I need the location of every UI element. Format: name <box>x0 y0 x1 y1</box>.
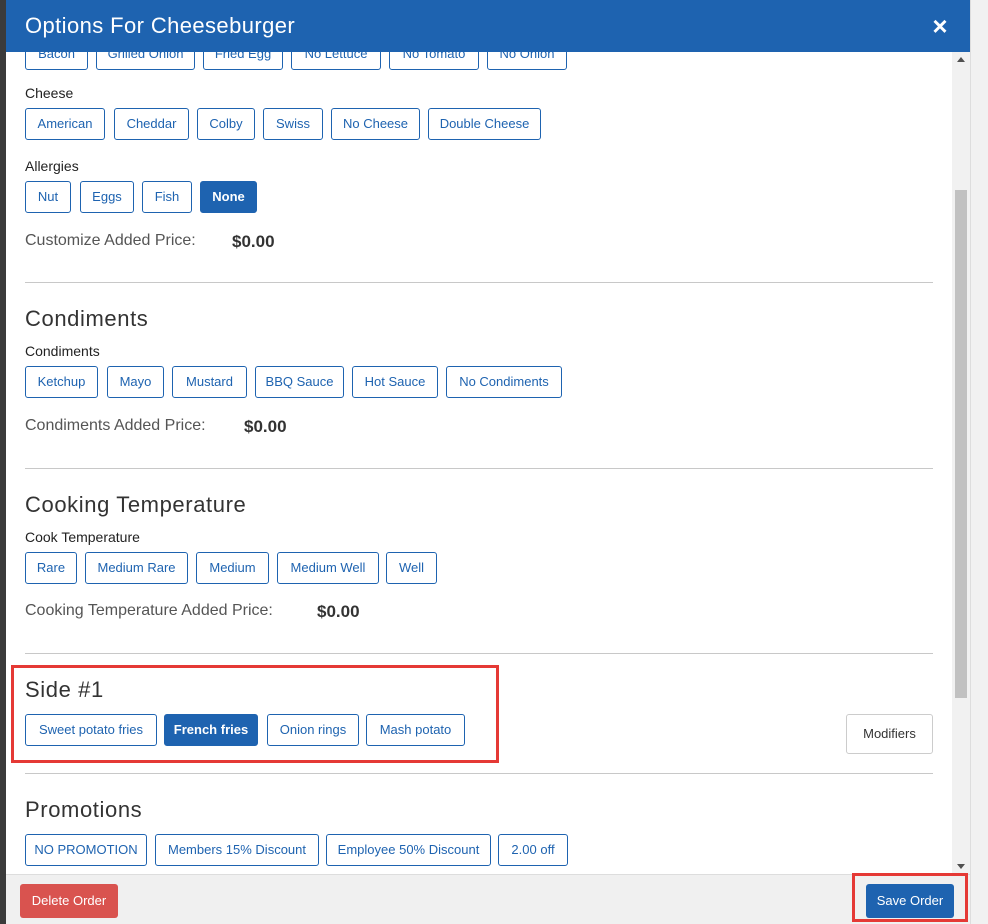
page-gutter <box>970 0 988 924</box>
option-no-promotion[interactable]: NO PROMOTION <box>25 834 147 866</box>
side-title: Side #1 <box>25 677 104 702</box>
scrollbar[interactable] <box>952 52 970 874</box>
modal-body: Bacon Grilled Onion Fried Egg No Lettuce… <box>6 52 952 874</box>
option-no-condiments[interactable]: No Condiments <box>446 366 562 398</box>
cooking-price-label: Cooking Temperature Added Price: <box>25 602 273 619</box>
condiments-label: Condiments <box>25 343 100 359</box>
modal-footer: Delete Order Save Order <box>6 874 970 924</box>
option-bbq-sauce[interactable]: BBQ Sauce <box>255 366 344 398</box>
customize-price-label: Customize Added Price: <box>25 232 196 249</box>
option-cheddar[interactable]: Cheddar <box>114 108 189 140</box>
option-medium[interactable]: Medium <box>196 552 269 584</box>
option-nut[interactable]: Nut <box>25 181 71 213</box>
modal-title: Options For Cheeseburger <box>25 13 296 38</box>
option-ketchup[interactable]: Ketchup <box>25 366 98 398</box>
scrollbar-thumb[interactable] <box>955 190 967 698</box>
option-no-onion[interactable]: No Onion <box>487 52 567 70</box>
condiments-price-value: $0.00 <box>244 417 287 436</box>
option-well[interactable]: Well <box>386 552 437 584</box>
cook-temperature-label: Cook Temperature <box>25 529 140 545</box>
option-employee-50-discount[interactable]: Employee 50% Discount <box>326 834 491 866</box>
save-order-button[interactable]: Save Order <box>866 884 954 918</box>
customize-price-value: $0.00 <box>232 232 275 251</box>
option-mayo[interactable]: Mayo <box>107 366 164 398</box>
condiments-price-label: Condiments Added Price: <box>25 417 206 434</box>
divider <box>25 282 933 283</box>
modifiers-button[interactable]: Modifiers <box>846 714 933 754</box>
option-colby[interactable]: Colby <box>197 108 255 140</box>
condiments-title: Condiments <box>25 306 149 331</box>
option-mustard[interactable]: Mustard <box>172 366 247 398</box>
option-grilled-onion[interactable]: Grilled Onion <box>96 52 195 70</box>
scroll-up-arrow-icon[interactable] <box>957 57 965 62</box>
close-icon[interactable]: × <box>928 13 952 39</box>
divider <box>25 773 933 774</box>
option-medium-rare[interactable]: Medium Rare <box>85 552 188 584</box>
modal-header: Options For Cheeseburger × <box>6 0 970 52</box>
option-swiss[interactable]: Swiss <box>263 108 323 140</box>
option-medium-well[interactable]: Medium Well <box>277 552 379 584</box>
option-no-tomato[interactable]: No Tomato <box>389 52 479 70</box>
allergies-label: Allergies <box>25 158 79 174</box>
cooking-price-value: $0.00 <box>317 602 360 621</box>
option-fried-egg[interactable]: Fried Egg <box>203 52 283 70</box>
option-none-selected[interactable]: None <box>200 181 257 213</box>
option-no-lettuce[interactable]: No Lettuce <box>291 52 381 70</box>
cheese-label: Cheese <box>25 85 74 101</box>
scroll-down-arrow-icon[interactable] <box>957 864 965 869</box>
cooking-title: Cooking Temperature <box>25 492 247 517</box>
divider <box>25 468 933 469</box>
divider <box>25 653 933 654</box>
option-mash-potato[interactable]: Mash potato <box>366 714 465 746</box>
option-eggs[interactable]: Eggs <box>80 181 134 213</box>
option-bacon[interactable]: Bacon <box>25 52 88 70</box>
option-2-off[interactable]: 2.00 off <box>498 834 568 866</box>
delete-order-button[interactable]: Delete Order <box>20 884 118 918</box>
option-fish[interactable]: Fish <box>142 181 192 213</box>
option-members-15-discount[interactable]: Members 15% Discount <box>155 834 319 866</box>
option-hot-sauce[interactable]: Hot Sauce <box>352 366 438 398</box>
option-american[interactable]: American <box>25 108 105 140</box>
option-sweet-potato-fries[interactable]: Sweet potato fries <box>25 714 157 746</box>
option-rare[interactable]: Rare <box>25 552 77 584</box>
promotions-title: Promotions <box>25 797 143 822</box>
option-onion-rings[interactable]: Onion rings <box>267 714 359 746</box>
option-no-cheese[interactable]: No Cheese <box>331 108 420 140</box>
option-double-cheese[interactable]: Double Cheese <box>428 108 541 140</box>
option-french-fries-selected[interactable]: French fries <box>164 714 258 746</box>
